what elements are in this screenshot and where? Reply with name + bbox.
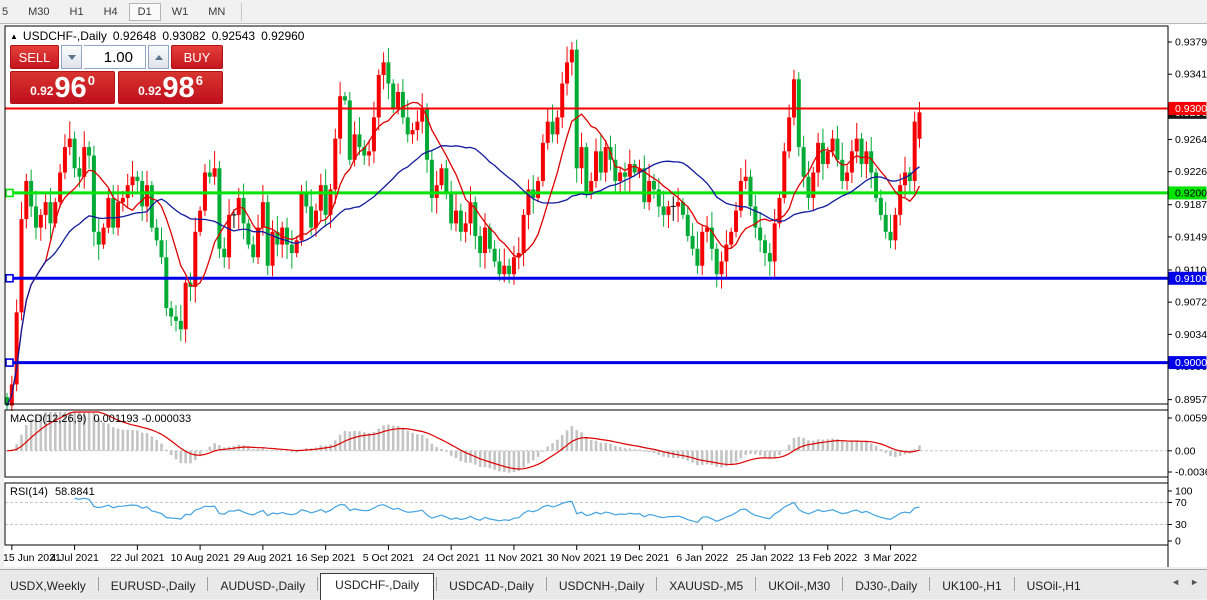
tab-scroll-left-icon[interactable]: ◄	[1171, 577, 1180, 587]
tab-divider	[436, 577, 437, 591]
price-axis-label: 0.89570	[1175, 394, 1207, 406]
triangle-up-icon	[155, 55, 163, 60]
date-axis-label: 25 Jan 2022	[736, 552, 794, 564]
price-badge: 0.92009	[1175, 187, 1207, 199]
price-axis-label: 0.92260	[1175, 166, 1207, 178]
price-axis-label: 0.93410	[1175, 69, 1207, 81]
symbol-tab-bar: USDX,WeeklyEURUSD-,DailyAUDUSD-,DailyUSD…	[0, 569, 1207, 599]
rsi-axis-label: 0	[1175, 536, 1181, 548]
sell-button[interactable]: SELL	[10, 45, 59, 69]
macd-indicator-header: MACD(12,26,9) 0.001193 -0.000033	[10, 413, 191, 425]
date-axis-label: 3 Mar 2022	[864, 552, 917, 564]
timeframe-button-w1[interactable]: W1	[163, 3, 198, 21]
symbol-tab-usoil-h1[interactable]: USOil-,H1	[1017, 575, 1091, 599]
macd-axis-label: 0.005963	[1175, 413, 1207, 425]
volume-increase-button[interactable]	[148, 45, 169, 69]
symbol-tab-audusd-daily[interactable]: AUDUSD-,Daily	[210, 575, 315, 599]
date-axis-label: 5 Oct 2021	[363, 552, 415, 564]
tab-divider	[929, 577, 930, 591]
collapse-triangle-icon: ▲	[10, 32, 18, 41]
symbol-tab-usdchf-daily[interactable]: USDCHF-,Daily	[320, 573, 434, 600]
date-axis-label: 22 Jul 2021	[110, 552, 164, 564]
symbol-tab-ukoil-m30[interactable]: UKOil-,M30	[758, 575, 840, 599]
price-badge: 0.93006	[1175, 103, 1207, 115]
price-axis-label: 0.90340	[1175, 329, 1207, 341]
price-axis-label: 0.91490	[1175, 231, 1207, 243]
ohlc-low: 0.92543	[212, 29, 255, 43]
tab-divider	[755, 577, 756, 591]
price-axis-label: 0.90720	[1175, 297, 1207, 309]
symbol-tab-usdx-weekly[interactable]: USDX,Weekly	[0, 575, 96, 599]
ohlc-close: 0.92960	[261, 29, 304, 43]
macd-label: MACD(12,26,9)	[10, 413, 86, 425]
tab-divider	[207, 577, 208, 591]
price-badge: 0.91002	[1175, 273, 1207, 285]
symbol-tab-usdcad-daily[interactable]: USDCAD-,Daily	[439, 575, 544, 599]
buy-button[interactable]: BUY	[171, 45, 223, 69]
price-axis-label: 0.93790	[1175, 37, 1207, 49]
trading-terminal-window: 5M30H1H4D1W1MN 0.937900.934100.930300.92…	[0, 0, 1207, 598]
timeframe-button-h1[interactable]: H1	[61, 3, 93, 21]
buy-price-pipette: 6	[196, 73, 203, 88]
symbol-tab-uk100-h1[interactable]: UK100-,H1	[932, 575, 1011, 599]
tab-scroll-arrows: ◄ ►	[1171, 577, 1199, 587]
price-axis-label: 0.92640	[1175, 134, 1207, 146]
date-axis-label: 24 Oct 2021	[423, 552, 480, 564]
tab-divider	[842, 577, 843, 591]
sell-price-pipette: 0	[88, 73, 95, 88]
triangle-down-icon	[68, 55, 76, 60]
tab-scroll-right-icon[interactable]: ►	[1190, 577, 1199, 587]
sell-price-big-digits: 96	[54, 75, 86, 101]
rsi-label: RSI(14)	[10, 486, 48, 498]
timeframe-button-m30[interactable]: M30	[19, 3, 58, 21]
date-axis-label: 13 Feb 2022	[798, 552, 857, 564]
date-axis-label: 16 Sep 2021	[296, 552, 356, 564]
symbol-tab-eurusd-daily[interactable]: EURUSD-,Daily	[101, 575, 206, 599]
tab-divider	[1014, 577, 1015, 591]
date-axis-label: 10 Aug 2021	[171, 552, 230, 564]
macd-values: 0.001193 -0.000033	[93, 413, 191, 425]
buy-price-prefix: 0.92	[138, 84, 161, 98]
tab-divider	[317, 577, 318, 591]
symbol-tab-usdcnh-daily[interactable]: USDCNH-,Daily	[549, 575, 654, 599]
timeframe-button-mn[interactable]: MN	[199, 3, 234, 21]
timeframe-button-5[interactable]: 5	[0, 3, 17, 21]
rsi-axis-label: 100	[1175, 486, 1193, 498]
date-axis-label: 30 Nov 2021	[547, 552, 607, 564]
symbol-tab-dj30-daily[interactable]: DJ30-,Daily	[845, 575, 927, 599]
date-axis-label: 6 Jan 2022	[676, 552, 728, 564]
tab-divider	[656, 577, 657, 591]
rsi-value: 58.8841	[55, 486, 95, 498]
chart-symbol-label: USDCHF-,Daily	[23, 29, 107, 43]
timeframe-toolbar: 5M30H1H4D1W1MN	[0, 0, 1207, 24]
macd-axis-label: -0.003664	[1175, 467, 1207, 479]
buy-price-big-digits: 98	[162, 75, 194, 101]
buy-price-display[interactable]: 0.92 98 6	[118, 71, 223, 104]
tab-divider	[546, 577, 547, 591]
toolbar-separator	[241, 3, 242, 21]
ohlc-high: 0.93082	[162, 29, 205, 43]
volume-decrease-button[interactable]	[61, 45, 82, 69]
rsi-axis-label: 30	[1175, 519, 1187, 531]
ohlc-open: 0.92648	[113, 29, 156, 43]
chart-title: ▲ USDCHF-,Daily 0.92648 0.93082 0.92543 0.929…	[10, 29, 304, 43]
sell-price-display[interactable]: 0.92 96 0	[10, 71, 115, 104]
one-click-trading-panel: SELL 1.00 BUY 0.92 96 0 0.92 98 6	[10, 45, 223, 104]
date-axis-label: 4 Jul 2021	[50, 552, 99, 564]
timeframe-button-d1[interactable]: D1	[129, 3, 161, 21]
rsi-axis-label: 70	[1175, 497, 1187, 509]
rsi-indicator-header: RSI(14) 58.8841	[10, 486, 95, 498]
price-badge: 0.90007	[1175, 357, 1207, 369]
date-axis-label: 19 Dec 2021	[610, 552, 670, 564]
volume-input[interactable]: 1.00	[84, 45, 146, 69]
macd-axis-label: 0.00	[1175, 445, 1196, 457]
sell-price-prefix: 0.92	[30, 84, 53, 98]
timeframe-button-h4[interactable]: H4	[95, 3, 127, 21]
tab-divider	[98, 577, 99, 591]
price-axis-label: 0.91870	[1175, 199, 1207, 211]
date-axis-label: 29 Aug 2021	[233, 552, 292, 564]
symbol-tab-xauusd-m5[interactable]: XAUUSD-,M5	[659, 575, 753, 599]
date-axis-label: 11 Nov 2021	[485, 552, 544, 564]
